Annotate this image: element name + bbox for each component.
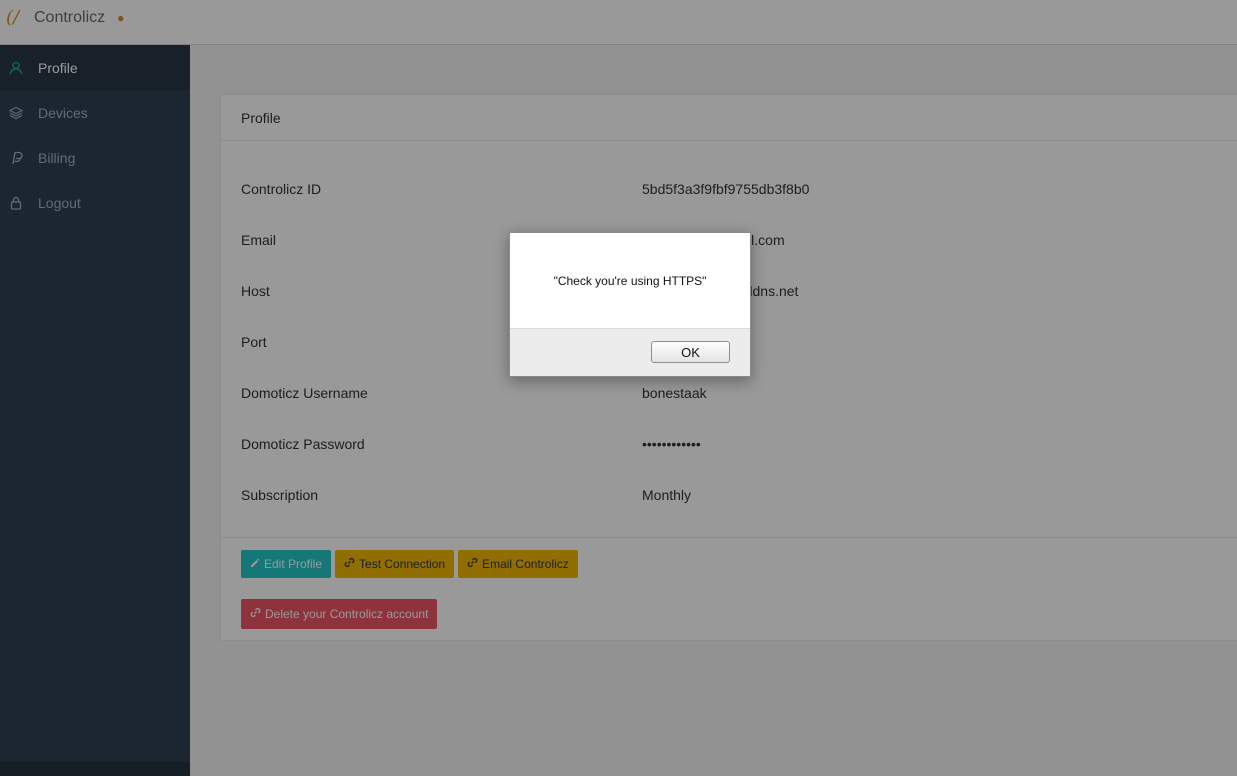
alert-dialog: "Check you're using HTTPS" OK: [509, 232, 751, 377]
alert-footer: OK: [510, 328, 750, 376]
alert-message: "Check you're using HTTPS": [553, 273, 707, 288]
ok-button[interactable]: OK: [651, 341, 730, 363]
modal-overlay: [0, 0, 1237, 776]
